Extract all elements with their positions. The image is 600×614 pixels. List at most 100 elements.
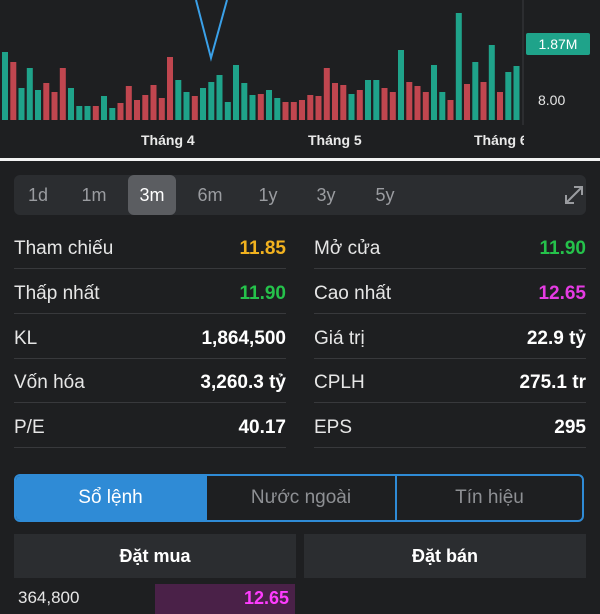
volume-bar	[51, 92, 58, 120]
volume-bar	[191, 96, 198, 120]
volume-bar	[307, 95, 314, 120]
volume-bar	[365, 80, 371, 120]
time-range-bar: 1d 1m 3m 6m 1y 3y 5y	[14, 175, 586, 215]
volume-bar	[340, 85, 347, 120]
stat-value-reference: 11.85	[239, 238, 287, 259]
stat-row: KL 1,864,500 Giá trị 22.9 tỷ	[14, 320, 586, 364]
month-label-april: Tháng 4	[141, 132, 195, 148]
stat-value-shares: 275.1 tr	[519, 372, 586, 393]
volume-bar	[282, 102, 289, 120]
stat-label-reference: Tham chiếu	[14, 238, 114, 259]
volume-bar	[92, 106, 99, 120]
volume-bar	[76, 106, 83, 120]
stat-row: Vốn hóa 3,260.3 tỷ CPLH 275.1 tr	[14, 364, 586, 408]
volume-bar	[249, 95, 256, 120]
volume-bar	[84, 106, 91, 120]
order-price: 12.65	[243, 588, 289, 608]
stat-row: Tham chiếu 11.85 Mở cửa 11.90	[14, 230, 586, 274]
volume-bar	[101, 96, 107, 120]
volume-bar	[43, 83, 50, 120]
stat-value-open: 11.90	[539, 238, 587, 259]
volume-bar	[257, 94, 264, 120]
volume-bar	[455, 13, 462, 120]
volume-bar	[356, 90, 363, 120]
range-tab-5y[interactable]: 5y	[361, 175, 409, 215]
volume-bar	[505, 72, 512, 120]
volume-bar	[323, 68, 330, 120]
volume-bar	[348, 94, 355, 120]
stat-value-pe: 40.17	[238, 417, 286, 438]
order-quantity: 364,800	[18, 588, 80, 607]
volume-bar	[216, 75, 223, 120]
volume-bar	[439, 92, 446, 120]
volume-bar	[125, 86, 132, 120]
range-tab-1d[interactable]: 1d	[14, 175, 62, 215]
volume-bar	[59, 68, 66, 120]
volume-bar	[26, 68, 33, 120]
stat-value-low: 11.90	[239, 283, 287, 304]
buy-orders-header: Đặt mua	[14, 534, 296, 578]
volume-bar	[497, 92, 503, 120]
volume-bar	[274, 98, 281, 120]
volume-bar	[224, 102, 231, 120]
volume-badge: 1.87M	[526, 33, 590, 55]
stat-label-value: Giá trị	[314, 328, 365, 349]
axis-value-label: 8.00	[538, 92, 566, 108]
stat-label-high: Cao nhất	[314, 283, 392, 304]
tab-foreign[interactable]: Nước ngoài	[207, 476, 395, 520]
range-tab-1m[interactable]: 1m	[70, 175, 118, 215]
volume-bar	[175, 80, 182, 120]
volume-bar	[208, 82, 215, 120]
tab-order-book[interactable]: Sổ lệnh	[16, 476, 205, 520]
volume-bar	[233, 65, 239, 120]
range-tab-6m[interactable]: 6m	[186, 175, 234, 215]
stat-label-open: Mở cửa	[314, 238, 381, 259]
sell-orders-header: Đặt bán	[304, 534, 586, 578]
volume-bar	[472, 62, 479, 120]
stat-label-volume: KL	[14, 328, 38, 349]
tab-signals[interactable]: Tín hiệu	[397, 476, 582, 520]
order-price-cell[interactable]: 12.65	[155, 584, 295, 614]
month-label-june: Tháng 6	[474, 132, 524, 148]
price-line	[195, 0, 228, 62]
volume-bar	[134, 100, 140, 120]
volume-bar	[158, 98, 165, 120]
volume-bar	[488, 45, 495, 120]
volume-bar	[183, 92, 190, 120]
volume-bar	[200, 88, 206, 120]
volume-bar	[389, 92, 396, 120]
stat-row: Thấp nhất 11.90 Cao nhất 12.65	[14, 275, 586, 319]
stat-value-market-cap: 3,260.3 tỷ	[200, 372, 286, 393]
range-tab-1y[interactable]: 1y	[244, 175, 292, 215]
segment-control: Sổ lệnh Nước ngoài Tín hiệu	[14, 474, 584, 522]
stat-label-market-cap: Vốn hóa	[14, 372, 85, 393]
volume-bar	[18, 88, 25, 120]
price-volume-chart[interactable]: Tháng 4 Tháng 5 Tháng 6 1.87M 8.00	[0, 0, 600, 160]
month-label-june-clip: Tháng 6	[474, 132, 524, 150]
expand-icon[interactable]	[562, 183, 586, 207]
volume-bar	[68, 88, 74, 120]
volume-bar	[142, 95, 149, 120]
volume-bar	[447, 100, 454, 120]
stat-value-eps: 295	[554, 417, 586, 438]
volume-bar	[480, 82, 487, 120]
volume-bar	[299, 100, 305, 120]
month-label-may: Tháng 5	[308, 132, 362, 148]
volume-bar	[332, 83, 338, 120]
volume-bar	[381, 88, 388, 120]
volume-bar	[35, 90, 41, 120]
volume-bar	[167, 57, 173, 120]
volume-bar	[290, 102, 297, 120]
stat-label-shares: CPLH	[314, 372, 365, 393]
volume-bar	[10, 62, 17, 120]
stat-value-volume: 1,864,500	[201, 328, 286, 349]
range-tab-3m[interactable]: 3m	[128, 175, 176, 215]
volume-bar	[241, 83, 248, 120]
stat-label-eps: EPS	[314, 417, 353, 438]
range-tab-3y[interactable]: 3y	[302, 175, 350, 215]
volume-bar	[117, 103, 124, 120]
volume-bar	[150, 85, 157, 120]
volume-bar	[109, 108, 116, 120]
stat-value-value: 22.9 tỷ	[526, 328, 586, 349]
volume-bar	[431, 65, 437, 120]
